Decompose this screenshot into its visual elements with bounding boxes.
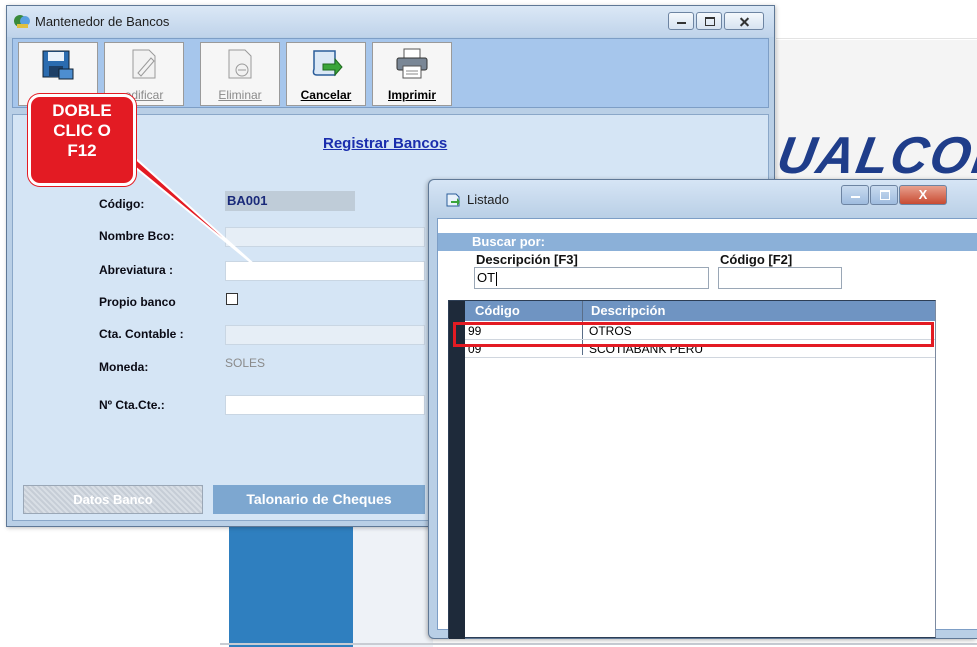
tab-talonario-cheques[interactable]: Talonario de Cheques (213, 485, 425, 514)
listado-title: Listado (467, 192, 509, 207)
window-controls (668, 12, 764, 30)
close-icon: X (918, 187, 928, 202)
background-lower-panel (353, 520, 433, 647)
descripcion-search-label: Descripción [F3] (476, 252, 578, 267)
cta-contable-label: Cta. Contable : (99, 327, 184, 341)
grid-header: Código Descripción (449, 301, 935, 321)
codigo-search-input[interactable] (718, 267, 842, 289)
column-header-codigo[interactable]: Código (475, 301, 520, 321)
descripcion-search-value: OT (477, 270, 496, 285)
callout-line-2: CLIC O (53, 121, 111, 140)
column-header-descripcion[interactable]: Descripción (591, 301, 665, 321)
tab-datos-banco[interactable]: Datos Banco (23, 485, 203, 514)
callout-doble-clic: DOBLE CLIC O F12 (28, 94, 136, 186)
brand-text: UALCONT (776, 127, 977, 185)
results-grid: Código Descripción 99 OTROS 09 SCOTIABAN… (448, 300, 936, 639)
imprimir-label: Imprimir (387, 88, 436, 102)
background-blue-block (229, 520, 353, 647)
printer-icon (396, 48, 428, 79)
listado-title-bar[interactable]: Listado X (429, 180, 977, 218)
row-selector-column (449, 301, 465, 639)
listado-close-button[interactable]: X (899, 185, 947, 205)
buscar-por-header: Buscar por: (438, 233, 977, 251)
imprimir-button[interactable]: Imprimir (372, 42, 452, 106)
codigo-search-label: Código [F2] (720, 252, 793, 267)
maximize-button[interactable] (696, 12, 722, 30)
listado-maximize-button[interactable] (870, 185, 898, 205)
background-bottom-line (220, 643, 977, 645)
cancel-scroll-icon (312, 50, 343, 77)
listado-icon (446, 193, 460, 207)
listado-body: Buscar por: Descripción [F3] Código [F2]… (437, 218, 977, 639)
callout-line-1: DOBLE (52, 101, 112, 120)
form-title: Registrar Bancos (323, 135, 448, 152)
row-highlight-annotation (453, 322, 934, 347)
listado-window-controls: X (841, 185, 947, 205)
buscar-por-label: Buscar por: (472, 234, 545, 249)
moneda-value[interactable]: SOLES (225, 356, 265, 370)
close-button[interactable] (724, 12, 764, 30)
nro-cta-input[interactable] (225, 395, 425, 415)
nro-cta-label: Nº Cta.Cte.: (99, 398, 165, 412)
text-cursor (496, 271, 498, 286)
minimize-button[interactable] (668, 12, 694, 30)
moneda-label: Moneda: (99, 360, 149, 374)
background-divider (776, 38, 977, 39)
callout-line-3: F12 (67, 141, 97, 160)
listado-minimize-button[interactable] (841, 185, 869, 205)
descripcion-search-input[interactable]: OT (474, 267, 709, 289)
cta-contable-input[interactable] (225, 325, 425, 345)
listado-window: Listado X Buscar por: Descripción [F3] C… (428, 179, 977, 639)
